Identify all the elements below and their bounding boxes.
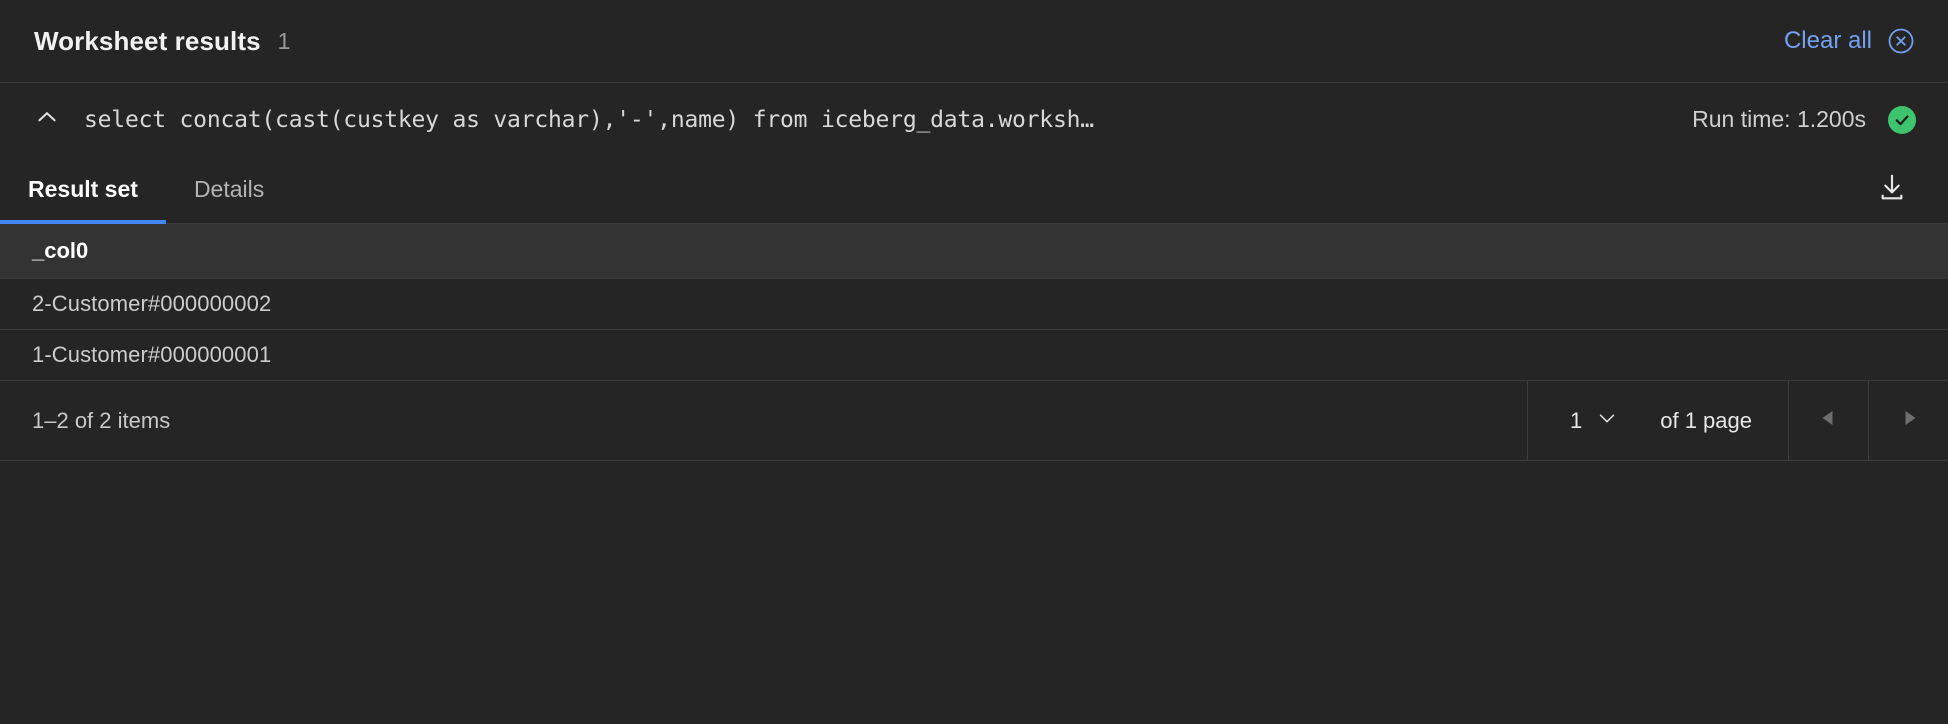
page-select-group: 1 of 1 page [1527, 381, 1788, 460]
column-header-col0[interactable]: _col0 [32, 238, 88, 264]
clear-all-label: Clear all [1783, 27, 1872, 54]
worksheet-results-panel: Worksheet results 1 Clear all select con… [0, 0, 1948, 724]
results-tab-bar: Result set Details [0, 156, 1948, 224]
table-cell: 1-Customer#000000001 [32, 342, 272, 367]
clear-all-button[interactable]: Clear all [1784, 26, 1916, 56]
tab-details[interactable]: Details [166, 156, 292, 223]
empty-area [0, 461, 1948, 724]
tab-result-set-label: Result set [28, 176, 138, 202]
chevron-down-icon [1596, 407, 1618, 435]
items-summary: 1–2 of 2 items [32, 407, 171, 433]
collapse-query-button[interactable] [30, 103, 64, 137]
table-cell: 2-Customer#000000002 [32, 291, 272, 316]
results-count-badge: 1 [277, 27, 291, 54]
page-total-label: of 1 page [1660, 407, 1752, 433]
download-icon [1876, 171, 1908, 208]
page-number-value: 1 [1570, 407, 1583, 433]
run-time-group: Run time: 1.200s [1692, 105, 1916, 134]
results-header: Worksheet results 1 Clear all [0, 0, 1948, 83]
page-number-select[interactable]: 1 [1570, 407, 1618, 435]
triangle-left-icon [1817, 406, 1841, 435]
pagination-bar: 1–2 of 2 items 1 of 1 page [0, 381, 1948, 461]
page-title: Worksheet results [34, 25, 261, 56]
query-text[interactable]: select concat(cast(custkey as varchar),'… [84, 107, 1668, 133]
result-set-table: _col0 2-Customer#000000002 1-Customer#00… [0, 224, 1948, 381]
close-circle-icon [1886, 26, 1916, 56]
table-header-row: _col0 [0, 224, 1948, 279]
chevron-up-icon [34, 104, 60, 135]
check-circle-icon [1888, 105, 1916, 134]
query-summary-row: select concat(cast(custkey as varchar),'… [0, 83, 1948, 156]
run-time-label: Run time: 1.200s [1692, 106, 1866, 132]
download-results-button[interactable] [1864, 161, 1920, 217]
previous-page-button[interactable] [1788, 381, 1868, 460]
tab-result-set[interactable]: Result set [0, 156, 166, 224]
table-row[interactable]: 1-Customer#000000001 [0, 330, 1948, 381]
table-row[interactable]: 2-Customer#000000002 [0, 279, 1948, 330]
triangle-right-icon [1897, 406, 1921, 435]
tab-details-label: Details [193, 176, 265, 202]
next-page-button[interactable] [1868, 381, 1948, 460]
